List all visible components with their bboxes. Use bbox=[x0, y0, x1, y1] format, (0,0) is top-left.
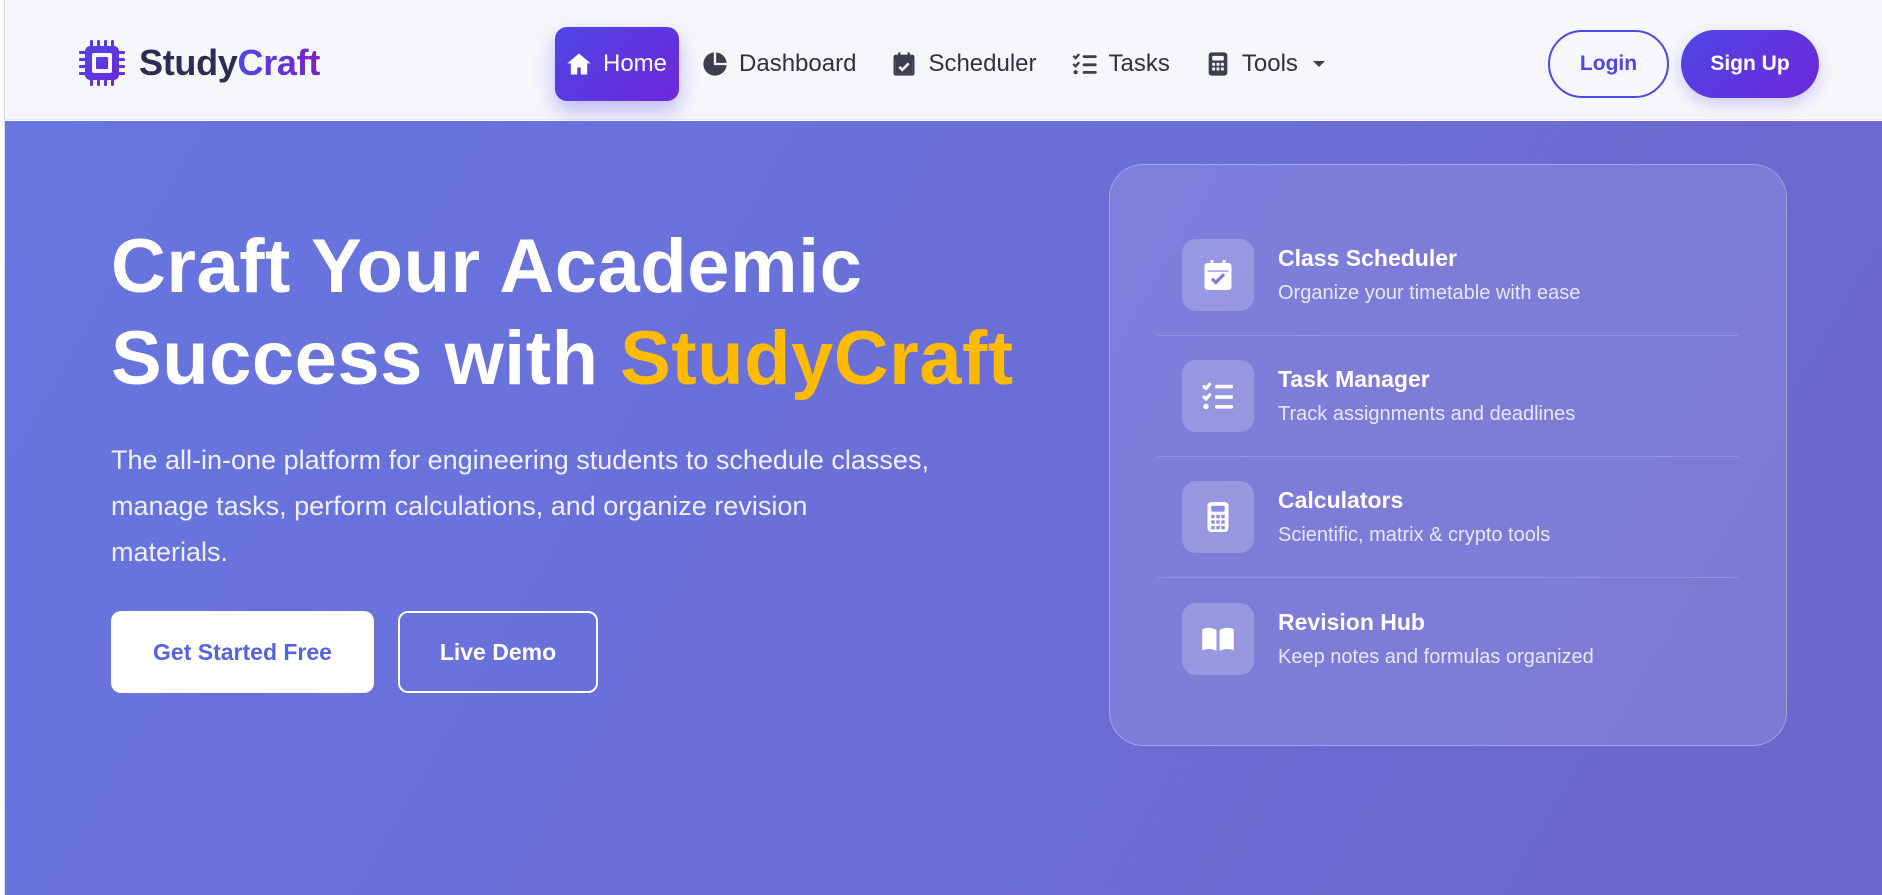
home-icon bbox=[565, 50, 593, 78]
feature-desc: Scientific, matrix & crypto tools bbox=[1278, 524, 1551, 546]
nav-item-label: Dashboard bbox=[739, 50, 857, 77]
feature-title: Task Manager bbox=[1278, 366, 1430, 392]
auth-buttons: Login Sign Up bbox=[1548, 30, 1819, 98]
get-started-button[interactable]: Get Started Free bbox=[111, 611, 374, 693]
chip-icon bbox=[77, 38, 127, 88]
brand-name-part1: Study bbox=[139, 42, 238, 83]
feature-desc: Organize your timetable with ease bbox=[1278, 282, 1581, 304]
feature-item-revision-hub: Revision Hub Keep notes and formulas org… bbox=[1158, 578, 1738, 699]
hero-title-line1: Craft Your Academic bbox=[111, 224, 863, 309]
list-check-icon bbox=[1182, 360, 1254, 432]
brand-logo-link[interactable]: StudyCraft bbox=[77, 36, 320, 90]
brand-name: StudyCraft bbox=[139, 42, 320, 84]
hero-title-line2: Success with bbox=[111, 316, 621, 401]
feature-item-class-scheduler: Class Scheduler Organize your timetable … bbox=[1158, 215, 1738, 336]
feature-item-task-manager: Task Manager Track assignments and deadl… bbox=[1158, 336, 1738, 457]
signup-button[interactable]: Sign Up bbox=[1681, 30, 1819, 98]
brand-name-part2: Craft bbox=[237, 42, 321, 83]
feature-desc: Keep notes and formulas organized bbox=[1278, 645, 1594, 668]
nav-item-label: Scheduler bbox=[928, 50, 1037, 77]
nav-item-label: Home bbox=[603, 50, 668, 77]
calendar-check-icon bbox=[890, 50, 918, 78]
page-frame: StudyCraft Home Dashboard Scheduler Task… bbox=[4, 0, 1882, 895]
login-button[interactable]: Login bbox=[1548, 30, 1669, 98]
main-nav: Home Dashboard Scheduler Tasks Tools bbox=[555, 26, 1350, 102]
feature-title: Revision Hub bbox=[1278, 608, 1425, 635]
hero-subtitle: The all-in-one platform for engineering … bbox=[111, 445, 929, 567]
live-demo-button[interactable]: Live Demo bbox=[398, 611, 598, 693]
calculator-icon bbox=[1182, 481, 1254, 553]
nav-item-tasks[interactable]: Tasks bbox=[1059, 27, 1182, 101]
hero-title: Craft Your Academic Success with StudyCr… bbox=[111, 221, 1071, 405]
hero-section: Craft Your Academic Success with StudyCr… bbox=[5, 121, 1882, 895]
feature-desc: Track assignments and deadlines bbox=[1278, 403, 1576, 425]
navbar: StudyCraft Home Dashboard Scheduler Task… bbox=[5, 0, 1882, 120]
book-open-icon bbox=[1182, 602, 1254, 675]
feature-title: Calculators bbox=[1278, 487, 1404, 513]
nav-item-label: Tools bbox=[1241, 50, 1298, 77]
calculator-icon bbox=[1204, 50, 1232, 78]
pie-chart-icon bbox=[701, 50, 729, 78]
nav-item-label: Tasks bbox=[1108, 50, 1170, 77]
feature-title: Class Scheduler bbox=[1278, 245, 1457, 271]
feature-item-calculators: Calculators Scientific, matrix & crypto … bbox=[1158, 457, 1738, 578]
nav-item-tools[interactable]: Tools bbox=[1192, 27, 1340, 101]
hero-actions: Get Started Free Live Demo bbox=[111, 611, 598, 693]
hero-title-accent: StudyCraft bbox=[620, 316, 1014, 401]
nav-item-home[interactable]: Home bbox=[555, 27, 680, 101]
list-check-icon bbox=[1071, 50, 1099, 78]
features-card: Class Scheduler Organize your timetable … bbox=[1109, 164, 1787, 746]
calendar-check-icon bbox=[1182, 239, 1254, 311]
chevron-down-icon bbox=[1310, 55, 1328, 73]
nav-item-scheduler[interactable]: Scheduler bbox=[878, 27, 1048, 101]
nav-item-dashboard[interactable]: Dashboard bbox=[689, 27, 868, 101]
